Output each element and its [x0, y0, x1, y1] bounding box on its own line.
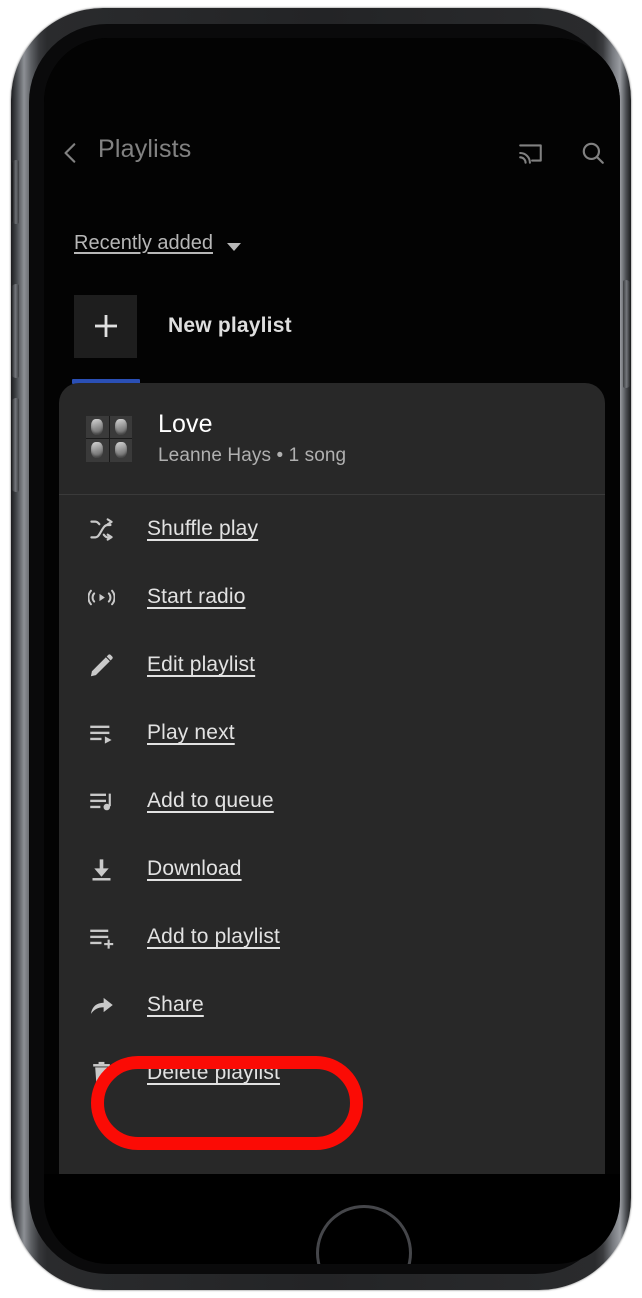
menu-item-play-next[interactable]: Play next	[59, 699, 605, 767]
shuffle-icon	[86, 514, 116, 544]
cast-icon[interactable]	[518, 140, 544, 166]
menu-item-edit-playlist[interactable]: Edit playlist	[59, 631, 605, 699]
thumbnail-cell	[86, 439, 109, 462]
playlist-subtitle: Leanne Hays • 1 song	[158, 444, 347, 466]
menu-item-label: Start radio	[147, 585, 246, 608]
menu-item-add-to-playlist[interactable]: Add to playlist	[59, 903, 605, 971]
playlist-name: Love	[158, 410, 213, 439]
menu-item-label: Add to playlist	[147, 925, 280, 948]
chevron-down-icon	[226, 239, 242, 251]
menu-item-label: Share	[147, 993, 204, 1016]
new-playlist-thumbnail	[74, 294, 137, 358]
menu-item-delete-playlist[interactable]: Delete playlist	[59, 1039, 605, 1107]
add-to-queue-icon	[86, 786, 116, 816]
menu-item-label: Add to queue	[147, 789, 274, 812]
trash-icon	[86, 1058, 116, 1088]
volume-up-button[interactable]	[11, 284, 19, 378]
share-icon	[86, 990, 116, 1020]
menu-item-label: Edit playlist	[147, 653, 256, 676]
menu-item-shuffle-play[interactable]: Shuffle play	[59, 495, 605, 563]
radio-icon	[86, 582, 116, 612]
sheet-playlist-header: Love Leanne Hays • 1 song	[59, 383, 605, 495]
sort-label: Recently added	[74, 232, 213, 254]
app-viewport: Playlists Recently added New playlist Lo…	[44, 38, 620, 1174]
menu-item-share[interactable]: Share	[59, 971, 605, 1039]
app-surface: Playlists Recently added New playlist Lo…	[44, 38, 620, 1174]
menu-item-label: Delete playlist	[147, 1061, 280, 1084]
menu-list: Shuffle play Start radio Edit playlist P…	[59, 495, 605, 1107]
download-icon	[86, 854, 116, 884]
phone-screen: Playlists Recently added New playlist Lo…	[44, 38, 620, 1264]
thumbnail-cell	[109, 439, 132, 462]
thumbnail-cell	[109, 415, 132, 438]
sort-selector[interactable]: Recently added	[74, 232, 242, 255]
menu-item-label: Shuffle play	[147, 517, 259, 540]
new-playlist-label: New playlist	[168, 314, 292, 337]
volume-down-button[interactable]	[11, 398, 19, 492]
menu-item-label: Download	[147, 857, 242, 880]
home-button[interactable]	[316, 1205, 412, 1264]
add-to-playlist-icon	[86, 922, 116, 952]
mute-switch[interactable]	[12, 160, 19, 224]
menu-item-label: Play next	[147, 721, 235, 744]
menu-item-add-to-queue[interactable]: Add to queue	[59, 767, 605, 835]
new-playlist-row[interactable]: New playlist	[74, 292, 590, 360]
pencil-icon	[86, 650, 116, 680]
power-button[interactable]	[623, 280, 631, 388]
menu-item-download[interactable]: Download	[59, 835, 605, 903]
menu-item-start-radio[interactable]: Start radio	[59, 563, 605, 631]
page-title: Playlists	[98, 135, 192, 163]
back-arrow-icon[interactable]	[58, 140, 84, 166]
search-icon[interactable]	[580, 140, 606, 166]
app-top-bar: Playlists	[44, 135, 620, 202]
playlist-thumbnail	[86, 415, 132, 462]
iphone-device-frame: Playlists Recently added New playlist Lo…	[11, 8, 631, 1290]
play-next-icon	[86, 718, 116, 748]
plus-icon	[92, 312, 120, 340]
playlist-meta: Love Leanne Hays • 1 song	[158, 410, 346, 467]
thumbnail-cell	[86, 415, 109, 438]
playlist-options-sheet: Love Leanne Hays • 1 song Shuffle play S…	[59, 383, 605, 1174]
